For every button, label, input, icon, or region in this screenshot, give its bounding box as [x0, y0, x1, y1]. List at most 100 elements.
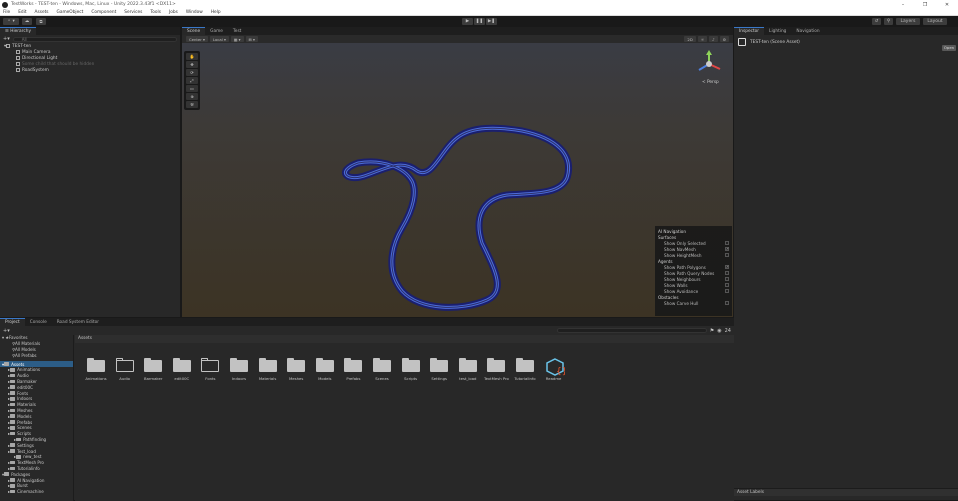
nav-option-checkbox[interactable]	[725, 289, 729, 293]
folder-icon	[287, 357, 306, 372]
create-icon[interactable]: +▾	[3, 328, 10, 334]
asset-item[interactable]: Settings	[426, 357, 452, 381]
pause-button[interactable]: ❚❚	[474, 18, 485, 25]
scene-tab-bar: Scene Game Test	[182, 27, 733, 35]
gizmos-icon[interactable]: ⚙	[719, 36, 729, 42]
asset-item[interactable]: Fonts	[197, 357, 223, 381]
asset-item[interactable]: Meshes	[283, 357, 309, 381]
asset-item[interactable]: Prefabs	[340, 357, 366, 381]
hierarchy-item-label: Some child that should be hidden	[22, 61, 95, 67]
layers-dropdown[interactable]: Layers	[896, 18, 920, 25]
folder-icon	[430, 357, 449, 372]
menu-gameobject[interactable]: GameObject	[57, 10, 84, 15]
tab-game[interactable]: Game	[205, 27, 228, 35]
asset-item[interactable]: Scenes	[369, 357, 395, 381]
maximize-button[interactable]: ❐	[914, 2, 936, 8]
tree-item[interactable]: ▸ Cinemachine	[0, 489, 73, 495]
move-tool-icon[interactable]: ✥	[186, 61, 198, 68]
lighting-icon[interactable]: ☼	[697, 36, 708, 42]
asset-item[interactable]: Scripts	[398, 357, 424, 381]
nav-option-checkbox[interactable]	[725, 271, 729, 275]
add-icon[interactable]: +▾	[3, 36, 10, 42]
asset-item[interactable]: Animations	[83, 357, 109, 381]
nav-option-checkbox[interactable]	[725, 301, 729, 305]
pivot-center-dropdown[interactable]: Center ▾	[186, 36, 208, 42]
asset-item[interactable]: Indoors	[226, 357, 252, 381]
account-button[interactable]: ⚬ ▾	[3, 18, 19, 25]
minimize-button[interactable]: –	[892, 2, 914, 8]
nav-option-checkbox[interactable]: ✓	[725, 265, 729, 269]
asset-item[interactable]: Materials	[255, 357, 281, 381]
step-button[interactable]: ▶❚	[486, 18, 497, 25]
asset-item[interactable]: edit00C	[169, 357, 195, 381]
nav-option-checkbox[interactable]: ✓	[725, 247, 729, 251]
cloud-icon[interactable]: ☁	[22, 18, 32, 25]
history-icon[interactable]: ↺	[872, 18, 881, 25]
open-button[interactable]: Open	[942, 45, 956, 51]
grid-dropdown[interactable]: ▦ ▾	[230, 36, 244, 42]
menu-services[interactable]: Services	[124, 10, 142, 15]
filter-icon[interactable]: ⚑	[710, 328, 714, 334]
asset-count: 24	[724, 327, 731, 334]
custom-tool-icon[interactable]: ⚒	[186, 101, 198, 108]
menu-window[interactable]: Window	[186, 10, 203, 15]
audio-icon[interactable]: ♪	[709, 36, 718, 42]
layout-dropdown[interactable]: Layout	[923, 18, 947, 25]
hierarchy-search-input[interactable]: All	[12, 36, 177, 42]
menu-help[interactable]: Help	[211, 10, 221, 15]
asset-item[interactable]: {}Readme	[541, 357, 567, 381]
asset-breadcrumb[interactable]: Assets	[75, 335, 734, 343]
nav-option-checkbox[interactable]	[725, 283, 729, 287]
hierarchy-list: ▾ TEST-ten Main Camera Directional Light So…	[0, 43, 180, 73]
tab-road-system-editor[interactable]: Road System Editor	[52, 318, 104, 326]
nav-option-checkbox[interactable]	[725, 253, 729, 257]
nav-option-checkbox[interactable]	[725, 277, 729, 281]
menu-tools[interactable]: Tools	[150, 10, 161, 15]
snap-dropdown[interactable]: ⊞ ▾	[245, 36, 258, 42]
menu-file[interactable]: File	[3, 10, 10, 15]
tab-test[interactable]: Test	[228, 27, 246, 35]
2d-toggle[interactable]: 2D	[684, 36, 696, 42]
menu-assets[interactable]: Assets	[35, 10, 49, 15]
folder-icon	[201, 357, 220, 372]
menu-jobs[interactable]: Jobs	[169, 10, 178, 15]
asset-item[interactable]: test_load	[455, 357, 481, 381]
scene-viewport[interactable]: < Persp ✋ ✥ ⟳ ⤢ ▭ ⊕ ⚒ AI Navigation Surfaces Sho…	[182, 43, 733, 317]
nav-option-row[interactable]: Show Carve Hull	[658, 300, 729, 306]
tab-console[interactable]: Console	[25, 318, 52, 326]
close-button[interactable]: ✕	[936, 2, 958, 8]
tab-scene[interactable]: Scene	[182, 27, 206, 35]
project-search-input[interactable]	[556, 328, 707, 333]
tab-project[interactable]: Project	[0, 318, 25, 326]
road-track	[341, 124, 572, 311]
persp-label[interactable]: < Persp	[702, 80, 719, 85]
nav-option-label: Show Only Selected	[664, 240, 706, 246]
asset-label: Meshes	[289, 376, 304, 381]
menu-component[interactable]: Component	[91, 10, 116, 15]
eye-icon[interactable]: ◉	[717, 328, 721, 334]
menu-edit[interactable]: Edit	[18, 10, 26, 15]
asset-item[interactable]: Barmaker	[140, 357, 166, 381]
asset-item[interactable]: TutorialInfo	[512, 357, 538, 381]
pivot-local-dropdown[interactable]: Local ▾	[209, 36, 229, 42]
asset-labels-section[interactable]: Asset Labels	[734, 488, 958, 496]
scene-gizmo-icon[interactable]	[694, 49, 724, 83]
play-button[interactable]: ▶	[462, 18, 473, 25]
asset-item[interactable]: Audio	[112, 357, 138, 381]
tab-inspector[interactable]: Inspector	[734, 27, 765, 35]
nav-option-checkbox[interactable]	[725, 241, 729, 245]
transform-tool-icon[interactable]: ⊕	[186, 93, 198, 100]
hierarchy-item[interactable]: RoadSystem	[0, 67, 180, 73]
folder-icon	[373, 357, 391, 372]
tab-navigation[interactable]: Navigation	[791, 27, 824, 35]
tab-hierarchy[interactable]: ☰ Hierarchy	[0, 27, 36, 35]
rotate-tool-icon[interactable]: ⟳	[186, 69, 198, 76]
tab-lighting[interactable]: Lighting	[764, 27, 791, 35]
collab-icon[interactable]: ⧉	[36, 18, 46, 25]
search-icon[interactable]: ⚲	[884, 18, 893, 25]
asset-item[interactable]: Models	[312, 357, 338, 381]
hand-tool-icon[interactable]: ✋	[186, 53, 198, 60]
rect-tool-icon[interactable]: ▭	[186, 85, 198, 92]
scale-tool-icon[interactable]: ⤢	[186, 77, 198, 84]
asset-item[interactable]: TextMesh Pro	[483, 357, 509, 381]
